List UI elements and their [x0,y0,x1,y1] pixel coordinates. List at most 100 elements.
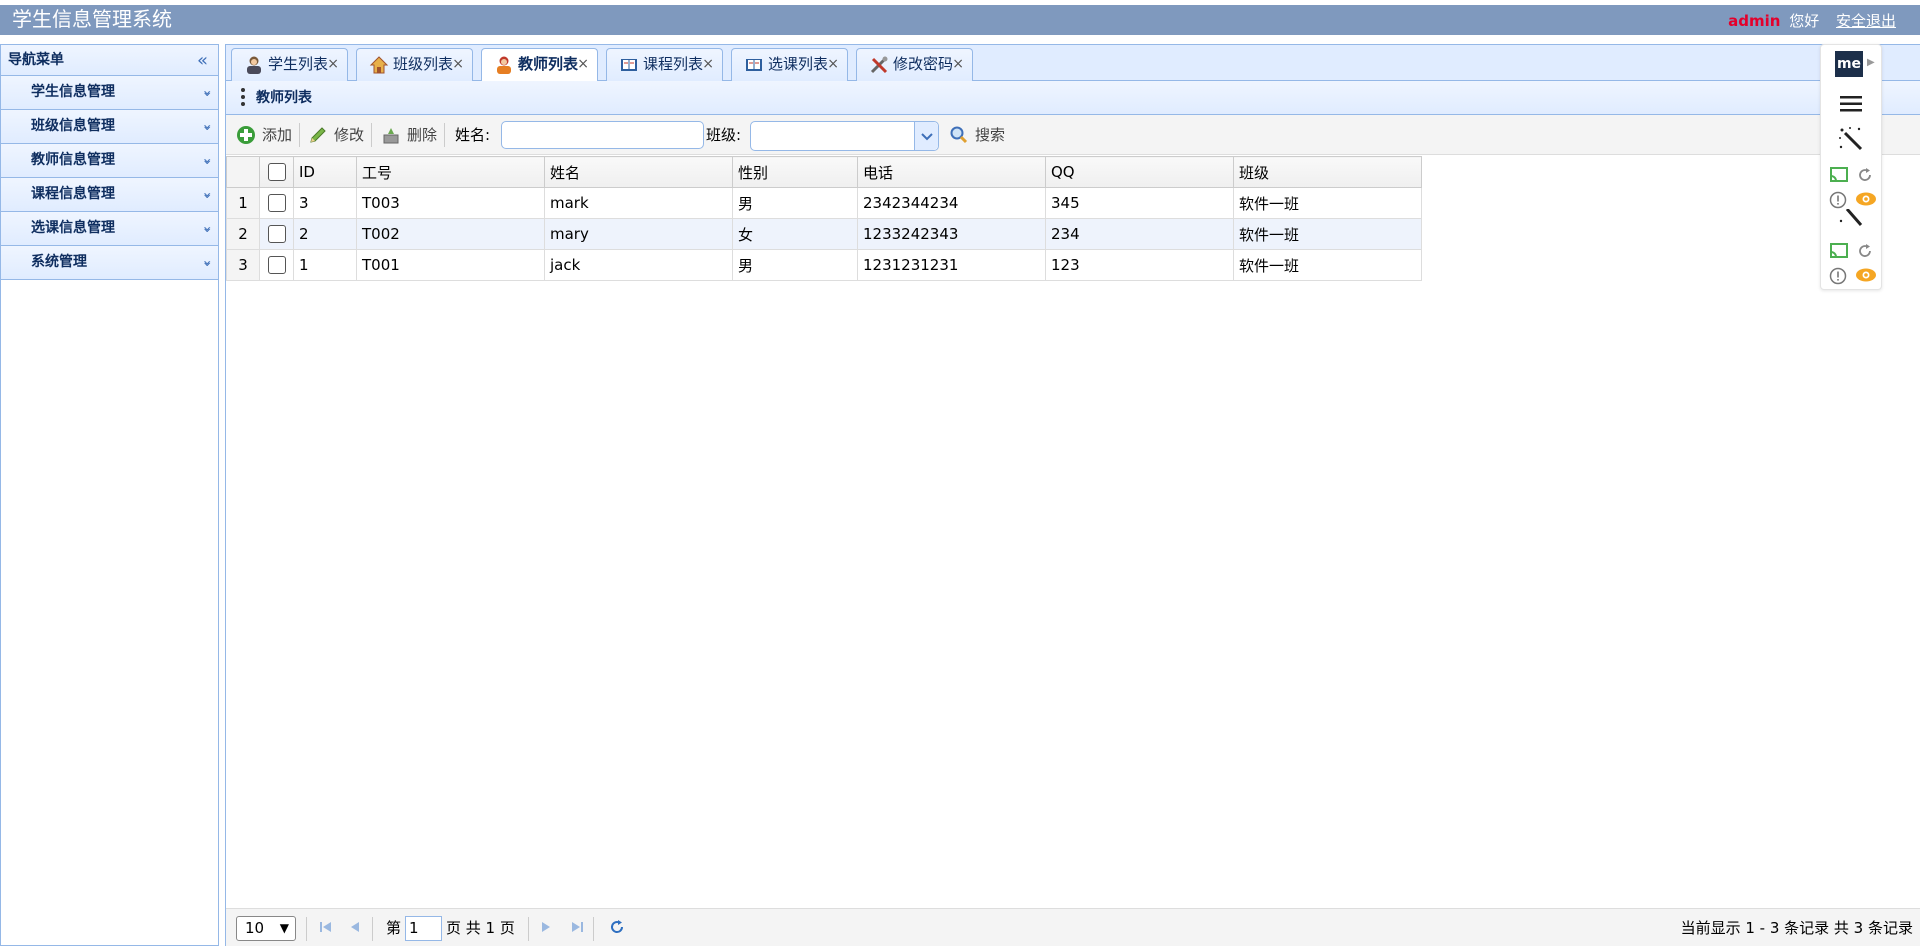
row-checkbox[interactable] [267,256,286,275]
row-checkbox[interactable] [267,225,286,244]
tab-teacher-list[interactable]: 教师列表 × [481,48,598,82]
chevron-double-down-icon: ›› [198,225,215,230]
column-header-phone[interactable]: 电话 [857,156,1046,188]
close-icon[interactable]: × [327,49,339,80]
row-number: 1 [226,187,260,219]
logout-link[interactable]: 安全退出 [1836,12,1896,30]
chevron-double-down-icon: ›› [198,157,215,162]
tab-label: 课程列表 [643,55,704,73]
column-header-id[interactable]: ID [293,156,357,188]
edit-button[interactable]: 修改 [308,121,366,149]
column-header-number[interactable]: 工号 [356,156,545,188]
refresh-icon[interactable] [1857,167,1873,183]
page-number-input[interactable]: 1 [405,916,442,941]
caret-right-icon[interactable]: ▶ [1867,57,1875,68]
chevron-double-down-icon: ›› [198,259,215,264]
pager-divider [372,917,373,941]
row-checkbox-cell [259,218,294,250]
nav-item-label: 选课信息管理 [31,220,115,236]
close-icon[interactable]: × [952,49,964,80]
refresh-icon[interactable] [1857,243,1873,259]
table-row[interactable]: 2 2 T002 mary 女 1233242343 234 软件一班 [226,218,1422,250]
first-page-icon[interactable] [318,919,334,935]
cell-phone: 1231231231 [857,249,1046,281]
nav-item-label: 课程信息管理 [31,186,115,202]
table-row[interactable]: 1 3 T003 mark 男 2342344234 345 软件一班 [226,187,1422,219]
cell-gender: 男 [732,187,858,219]
pager-divider [306,917,307,941]
extension-widget: me ▶ [1820,44,1882,290]
magic-wand-icon[interactable] [1837,125,1865,153]
tab-class-list[interactable]: 班级列表 × [356,48,473,81]
chevron-down-icon[interactable] [914,122,938,150]
cell-gender: 女 [732,218,858,250]
cell-id: 1 [293,249,357,281]
next-page-icon[interactable] [538,919,554,935]
eye-icon[interactable] [1855,267,1877,283]
column-header-class[interactable]: 班级 [1233,156,1422,188]
cell-name: mark [544,187,733,219]
alert-circle-icon[interactable] [1829,267,1847,285]
nav-item-label: 系统管理 [31,254,87,270]
name-label: 姓名: [455,126,491,144]
pager-divider [593,917,594,941]
refresh-icon[interactable] [609,919,625,935]
tab-selection-list[interactable]: 选课列表 × [731,48,848,81]
tab-course-list[interactable]: 课程列表 × [606,48,723,81]
add-button[interactable]: 添加 [236,121,294,149]
nav-item-student[interactable]: 学生信息管理 ›› [1,76,218,110]
tab-student-list[interactable]: 学生列表 × [231,48,348,81]
top-header: 学生信息管理系统 admin 您好 安全退出 [0,5,1920,35]
nav-item-course[interactable]: 课程信息管理 ›› [1,178,218,212]
column-header-qq[interactable]: QQ [1045,156,1234,188]
select-all-checkbox[interactable] [267,163,286,182]
alert-circle-icon[interactable] [1829,191,1847,209]
previous-page-icon[interactable] [347,919,363,935]
eye-icon[interactable] [1855,191,1877,207]
toolbar-divider [371,123,372,147]
class-label: 班级: [706,126,742,144]
greeting-text: 您好 [1789,12,1820,30]
collapse-left-icon[interactable]: « [197,45,208,76]
cell-name: mary [544,218,733,250]
nav-item-class[interactable]: 班级信息管理 ›› [1,110,218,144]
nav-item-selection[interactable]: 选课信息管理 ›› [1,212,218,246]
chevron-double-down-icon: ›› [198,89,215,94]
chevron-double-down-icon: ›› [198,191,215,196]
cell-qq: 234 [1045,218,1234,250]
cast-icon[interactable] [1829,167,1849,183]
class-select[interactable] [750,121,939,151]
close-icon[interactable]: × [452,49,464,80]
cast-icon[interactable] [1829,243,1849,259]
select-all-checkbox-cell [259,156,294,188]
user-area: admin 您好 安全退出 [1728,11,1896,31]
cell-name: jack [544,249,733,281]
page-size-select[interactable]: 10 ▼ [236,916,296,941]
chevron-down-icon: ▼ [279,921,289,935]
search-button[interactable]: 搜索 [949,121,1009,149]
close-icon[interactable]: × [702,49,714,80]
column-header-name[interactable]: 姓名 [544,156,733,188]
nav-item-teacher[interactable]: 教师信息管理 ›› [1,144,218,178]
nav-item-system[interactable]: 系统管理 ›› [1,246,218,280]
hamburger-menu-icon[interactable] [1839,95,1863,113]
tab-label: 教师列表 [518,55,579,73]
table-row[interactable]: 3 1 T001 jack 男 1231231231 123 软件一班 [226,249,1422,281]
last-page-icon[interactable] [569,919,585,935]
row-checkbox[interactable] [267,194,286,213]
app-title: 学生信息管理系统 [12,7,172,31]
tab-change-password[interactable]: 修改密码 × [856,48,973,81]
column-header-gender[interactable]: 性别 [732,156,858,188]
close-icon[interactable]: × [827,49,839,80]
magic-wand-icon[interactable] [1837,209,1865,229]
cell-class: 软件一班 [1233,218,1422,250]
cell-id: 3 [293,187,357,219]
nav-item-label: 学生信息管理 [31,84,115,100]
more-vertical-icon[interactable] [241,88,245,108]
toolbar: 添加 修改 删除 姓名: 班级: 搜索 [226,115,1920,155]
delete-button[interactable]: 删除 [381,121,439,149]
rownumber-header [226,156,260,188]
name-search-input[interactable] [501,121,704,149]
close-icon[interactable]: × [577,49,589,80]
me-logo[interactable]: me [1835,51,1863,77]
